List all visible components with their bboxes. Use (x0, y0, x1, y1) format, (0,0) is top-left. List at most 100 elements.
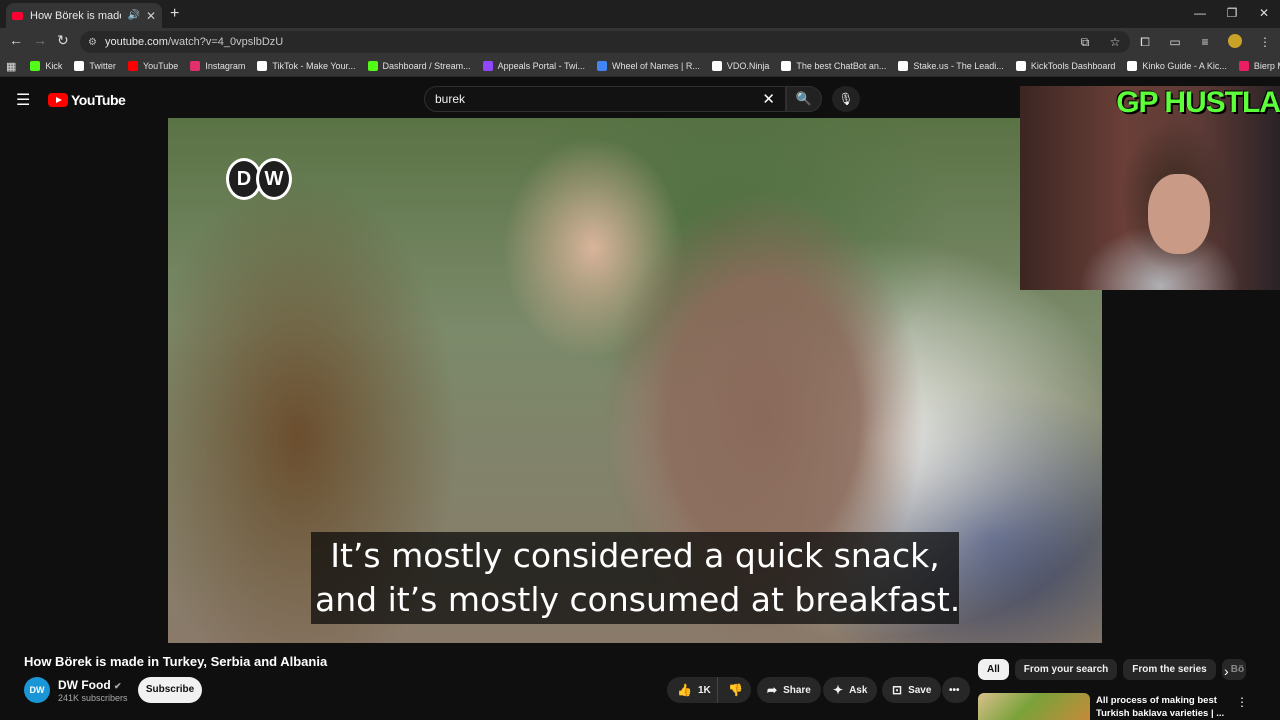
related-filter-chips: All From your search From the series Bö (978, 659, 1252, 680)
close-window-icon[interactable]: ✕ (1248, 0, 1280, 28)
dislike-button[interactable]: 👎 (717, 677, 751, 703)
video-info-section: How Börek is made in Turkey, Serbia and … (0, 643, 1280, 720)
ask-button[interactable]: ✦ Ask (823, 677, 878, 703)
close-tab-icon[interactable]: ✕ (146, 9, 156, 23)
subscribe-button[interactable]: Subscribe (138, 677, 202, 703)
video-subtitles: It’s mostly considered a quick snack, an… (311, 532, 960, 624)
share-icon: ➦ (767, 683, 778, 697)
bookmark-item[interactable]: Kinko Guide - A Kic... (1127, 61, 1227, 71)
bookmark-item[interactable]: Twitter (74, 61, 116, 71)
menu-kebab-icon[interactable]: ⋮ (1250, 35, 1280, 49)
bookmark-item[interactable]: Instagram (190, 61, 245, 71)
filter-chip[interactable]: From the series (1123, 659, 1216, 680)
apps-grid-icon[interactable]: ▦ (6, 60, 16, 73)
bookmark-label: Instagram (205, 61, 246, 71)
bookmark-favicon-icon (1015, 61, 1026, 71)
browser-tab[interactable]: How Börek is made in Turke 🔊 ✕ (6, 3, 162, 28)
bookmark-label: The best ChatBot an... (796, 61, 887, 71)
video-player[interactable]: DW It’s mostly considered a quick snack,… (168, 118, 1102, 643)
channel-name-text: DW Food (58, 678, 111, 692)
bookmark-item[interactable]: The best ChatBot an... (781, 61, 886, 71)
hamburger-menu-icon[interactable]: ☰ (16, 90, 30, 110)
extensions-icon[interactable]: ⧠ (1130, 35, 1160, 50)
bookmark-item[interactable]: Bierp Memes | Best... (1238, 61, 1280, 71)
bookmark-favicon-icon (127, 61, 138, 71)
youtube-favicon-icon (12, 11, 23, 20)
clear-search-icon[interactable]: ✕ (762, 90, 775, 108)
reload-icon[interactable]: ↻ (57, 32, 69, 49)
bookmark-label: Stake.us - The Leadi... (913, 61, 1004, 71)
toolbar-icons: ⧉ ☆ ⧠ ▭ ≡ ⋮ (1070, 28, 1280, 56)
audio-playing-icon[interactable]: 🔊 (127, 10, 139, 21)
profile-avatar-icon[interactable] (1220, 33, 1250, 51)
bookmark-favicon-icon (781, 61, 792, 71)
bookmark-item[interactable]: Kick (30, 61, 62, 71)
back-icon[interactable]: ← (9, 32, 23, 48)
forward-icon[interactable]: → (33, 32, 47, 48)
share-label: Share (783, 684, 811, 696)
cast-icon[interactable]: ▭ (1160, 35, 1190, 49)
restore-icon[interactable]: ❐ (1216, 0, 1248, 28)
recommendation-more-icon[interactable]: ⋮ (1236, 695, 1248, 709)
install-app-icon[interactable]: ⧉ (1070, 35, 1100, 50)
save-button[interactable]: ⊡ Save (882, 677, 942, 703)
address-bar[interactable]: ⚙ youtube.com/watch?v=4_0vpslbDzU (80, 31, 1130, 53)
bookmark-item[interactable]: TikTok - Make Your... (257, 61, 356, 71)
youtube-play-icon (48, 93, 68, 107)
sparkle-icon: ✦ (833, 683, 844, 697)
bookmark-favicon-icon (30, 61, 41, 71)
search-input[interactable]: burek ✕ (424, 86, 786, 112)
bookmark-item[interactable]: YouTube (127, 61, 178, 71)
bookmark-favicon-icon (482, 61, 493, 71)
bookmark-star-icon[interactable]: ☆ (1100, 35, 1130, 49)
recommendation-thumbnail[interactable] (978, 693, 1090, 720)
youtube-logo-text: YouTube (71, 92, 126, 108)
chevron-right-icon[interactable]: › (1224, 663, 1229, 679)
filter-chip[interactable]: From your search (1014, 659, 1118, 680)
youtube-logo[interactable]: YouTube (48, 92, 126, 108)
voice-search-button[interactable]: 🎙 (832, 86, 860, 112)
subscriber-count: 241K subscribers (58, 693, 128, 703)
window-controls: — ❐ ✕ (1184, 0, 1280, 28)
bookmark-favicon-icon (1238, 61, 1249, 71)
search-button[interactable]: 🔍 (786, 86, 822, 112)
recommendation-title[interactable]: All process of making best Turkish bakla… (1096, 694, 1226, 720)
bookmark-label: Wheel of Names | R... (611, 61, 700, 71)
site-info-icon[interactable]: ⚙ (88, 37, 97, 48)
streamer-face (1148, 174, 1210, 254)
bookmark-item[interactable]: KickTools Dashboard (1015, 61, 1115, 71)
webcam-overlay-text: GP HUSTLA (1116, 86, 1280, 119)
bookmark-label: Kinko Guide - A Kic... (1142, 61, 1227, 71)
more-horizontal-icon: ••• (949, 684, 960, 696)
video-title: How Börek is made in Turkey, Serbia and … (24, 654, 328, 669)
bookmark-label: TikTok - Make Your... (272, 61, 356, 71)
like-button[interactable]: 👍 1K (667, 677, 717, 703)
bookmark-item[interactable]: Dashboard / Stream... (367, 61, 471, 71)
minimize-icon[interactable]: — (1184, 0, 1216, 28)
filter-chip[interactable]: All (978, 659, 1009, 680)
bookmark-favicon-icon (74, 61, 85, 71)
bookmark-label: VDO.Ninja (726, 61, 770, 71)
bookmark-item[interactable]: VDO.Ninja (711, 61, 770, 71)
new-tab-icon[interactable]: + (170, 5, 179, 23)
like-count: 1K (697, 684, 711, 696)
bookmark-icon: ⊡ (892, 683, 903, 697)
bookmark-item[interactable]: Appeals Portal - Twi... (482, 61, 585, 71)
media-controls-icon[interactable]: ≡ (1190, 35, 1220, 49)
dw-watermark-logo: DW (226, 158, 292, 200)
bookmark-label: Bierp Memes | Best... (1253, 61, 1280, 71)
bookmark-favicon-icon (898, 61, 909, 71)
bookmark-item[interactable]: Stake.us - The Leadi... (898, 61, 1004, 71)
more-actions-button[interactable]: ••• (942, 677, 970, 703)
channel-name[interactable]: DW Food ✔ (58, 678, 122, 692)
bookmark-label: Twitter (89, 61, 116, 71)
channel-avatar[interactable]: DW (24, 677, 50, 703)
bookmark-label: Appeals Portal - Twi... (497, 61, 585, 71)
ask-label: Ask (849, 684, 868, 696)
bookmark-item[interactable]: Wheel of Names | R... (596, 61, 700, 71)
share-button[interactable]: ➦ Share (757, 677, 821, 703)
browser-toolbar: ← → ↻ ⚙ youtube.com/watch?v=4_0vpslbDzU … (0, 28, 1280, 56)
webcam-overlay: GP HUSTLA (1020, 86, 1280, 290)
subtitle-line-1: It’s mostly considered a quick snack, (330, 536, 940, 575)
bookmark-favicon-icon (257, 61, 268, 71)
